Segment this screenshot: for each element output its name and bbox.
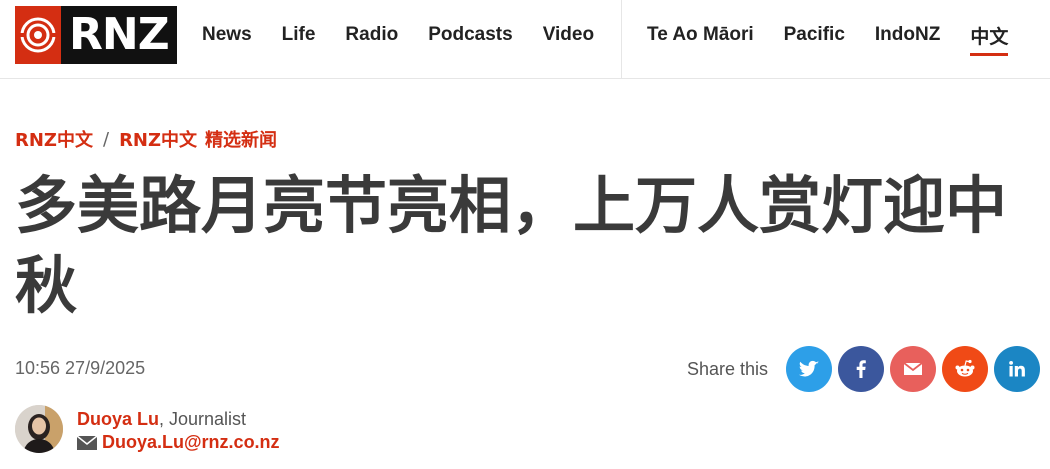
author-byline: Duoya Lu, Journalist (77, 409, 246, 430)
logo-wordmark: RNZ (69, 9, 170, 60)
nav-item-video[interactable]: Video (543, 24, 594, 46)
share-twitter-button[interactable] (786, 346, 832, 392)
nav-item-radio[interactable]: Radio (345, 24, 398, 46)
breadcrumb: RNZ中文 / RNZ中文 精选新闻 (15, 126, 277, 152)
breadcrumb-separator: / (102, 128, 110, 150)
linkedin-icon (1009, 361, 1025, 377)
site-header: RNZ News Life Radio Podcasts Video Te Ao… (0, 0, 1050, 79)
author-name-link[interactable]: Duoya Lu (77, 409, 159, 429)
author-role: , Journalist (159, 409, 247, 429)
share-linkedin-button[interactable] (994, 346, 1040, 392)
nav-item-chinese[interactable]: 中文 (970, 22, 1009, 56)
share-label: Share this (686, 358, 768, 379)
share-bar: Share this (687, 346, 1040, 392)
article-title: 多美路月亮节亮相，上万人赏灯迎中秋 (15, 169, 1008, 322)
nav-item-life[interactable]: Life (282, 24, 316, 46)
rnz-logo-mark-icon (15, 6, 61, 64)
primary-nav: News Life Radio Podcasts Video (202, 0, 624, 70)
nav-item-indonz[interactable]: IndoNZ (875, 24, 940, 46)
share-facebook-button[interactable] (838, 346, 884, 392)
facebook-icon (856, 360, 866, 378)
reddit-icon (955, 359, 975, 377)
share-reddit-button[interactable] (942, 346, 988, 392)
secondary-nav: Te Ao Māori Pacific IndoNZ 中文 (647, 0, 1038, 70)
breadcrumb-link-rnz-chinese-section[interactable]: RNZ中文 (119, 126, 197, 152)
breadcrumb-link-rnz-chinese[interactable]: RNZ中文 (15, 126, 93, 152)
nav-item-te-ao-maori[interactable]: Te Ao Māori (647, 24, 754, 46)
nav-item-pacific[interactable]: Pacific (784, 24, 845, 46)
share-email-button[interactable] (890, 346, 936, 392)
nav-divider (621, 0, 622, 78)
email-icon (903, 362, 923, 375)
author-email-link[interactable]: Duoya.Lu@rnz.co.nz (102, 432, 280, 453)
rnz-logo[interactable]: RNZ (15, 6, 177, 64)
breadcrumb-link-featured-news[interactable]: 精选新闻 (205, 126, 277, 152)
author-photo (15, 405, 63, 453)
author-avatar[interactable] (15, 405, 63, 453)
twitter-icon (799, 360, 819, 377)
article-timestamp: 10:56 27/9/2025 (15, 358, 146, 378)
author-email-row: Duoya.Lu@rnz.co.nz (77, 432, 280, 453)
mail-icon (77, 435, 97, 450)
nav-item-podcasts[interactable]: Podcasts (428, 24, 512, 46)
nav-item-news[interactable]: News (202, 24, 252, 46)
